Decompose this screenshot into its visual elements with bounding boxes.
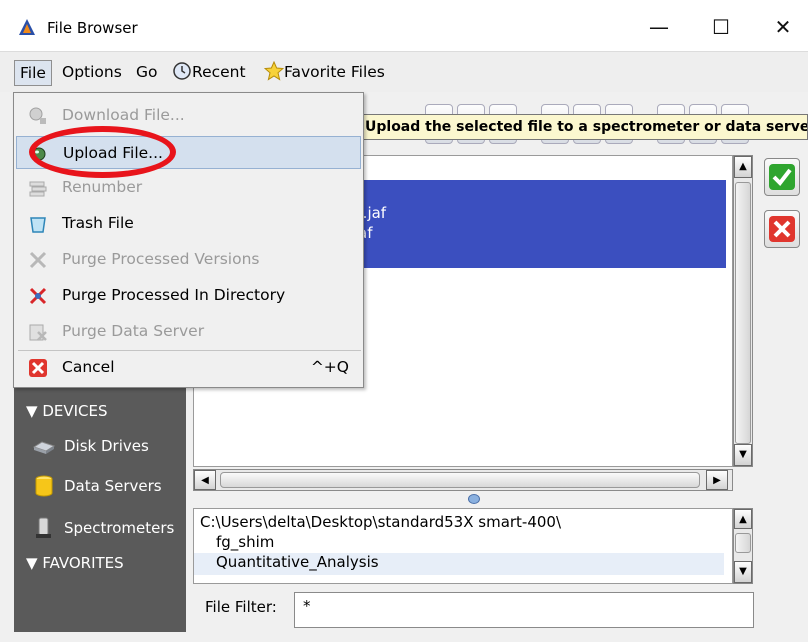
scroll-down-button[interactable]: ▼	[734, 561, 752, 583]
menu-item-renumber[interactable]: Renumber	[16, 171, 361, 204]
path-line-folder-selected: Quantitative_Analysis	[216, 553, 379, 571]
x-icon	[769, 216, 795, 242]
highlight-ellipse	[29, 126, 176, 178]
path-selected-row[interactable]: Quantitative_Analysis	[194, 553, 724, 575]
file-filter-input[interactable]: *	[294, 592, 754, 628]
purge-icon	[29, 251, 47, 269]
horizontal-scroll-thumb[interactable]	[220, 472, 700, 488]
menu-options[interactable]: Options	[58, 60, 126, 86]
file-list-vertical-scrollbar[interactable]: ▲ ▼	[733, 155, 753, 467]
close-button[interactable]: ✕	[768, 14, 798, 40]
path-line-folder[interactable]: fg_shim	[216, 533, 274, 551]
purge-server-label: Purge Data Server	[62, 322, 205, 340]
tooltip: Upload the selected file to a spectromet…	[359, 114, 808, 140]
path-list[interactable]: C:\Users\delta\Desktop\standard53X smart…	[193, 508, 733, 584]
cancel-button[interactable]	[764, 210, 800, 248]
menu-item-purge-processed-versions[interactable]: Purge Processed Versions	[16, 243, 361, 276]
download-label: Download File...	[62, 106, 185, 124]
maximize-button[interactable]: ☐	[706, 14, 736, 40]
disk-drives-label: Disk Drives	[64, 437, 149, 455]
scroll-right-button[interactable]: ▶	[706, 470, 728, 490]
splitter-handle[interactable]	[468, 494, 480, 504]
menu-go[interactable]: Go	[132, 60, 162, 86]
scroll-down-button[interactable]: ▼	[734, 444, 752, 466]
renumber-icon	[29, 181, 47, 197]
file-filter-label: File Filter:	[205, 598, 277, 616]
menu-recent-label: Recent	[192, 63, 246, 81]
database-icon	[35, 475, 53, 497]
purge-versions-label: Purge Processed Versions	[62, 250, 260, 268]
sidebar-devices-header[interactable]: ▼ DEVICES	[26, 402, 108, 420]
cancel-shortcut: ^+Q	[310, 358, 349, 376]
file-list-horizontal-scrollbar[interactable]: ◀ ▶	[193, 469, 733, 491]
clock-icon	[173, 62, 191, 80]
app-logo-icon	[19, 19, 35, 35]
scroll-left-button[interactable]: ◀	[194, 470, 216, 490]
renumber-label: Renumber	[62, 178, 143, 196]
spectrometers-label: Spectrometers	[64, 519, 175, 537]
window-title: File Browser	[47, 19, 138, 37]
title-bar: File Browser — ☐ ✕	[0, 0, 808, 52]
scroll-up-button[interactable]: ▲	[734, 509, 752, 529]
path-vertical-scrollbar[interactable]: ▲ ▼	[733, 508, 753, 584]
menu-file[interactable]: File	[14, 60, 52, 86]
check-icon	[769, 164, 795, 190]
menu-bar: File Options Go Recent Favorite Files	[0, 52, 808, 92]
disk-drive-icon	[32, 441, 56, 454]
menu-item-download-file[interactable]: Download File...	[16, 99, 361, 132]
cancel-label: Cancel	[62, 358, 115, 376]
menu-item-purge-data-server[interactable]: Purge Data Server	[16, 315, 361, 348]
star-icon	[263, 60, 285, 81]
menu-favorite-files[interactable]: Favorite Files	[260, 60, 389, 86]
purge-icon	[29, 287, 47, 305]
purge-server-icon	[29, 324, 47, 341]
menu-item-trash-file[interactable]: Trash File	[16, 207, 361, 240]
download-icon	[29, 107, 46, 124]
menu-item-cancel[interactable]: Cancel ^+Q	[16, 351, 361, 384]
cancel-icon	[29, 359, 47, 377]
scroll-up-button[interactable]: ▲	[734, 156, 752, 178]
spectrometer-icon	[36, 517, 51, 538]
menu-favorite-label: Favorite Files	[284, 63, 385, 81]
favorites-label: FAVORITES	[42, 554, 124, 572]
trash-icon	[30, 217, 46, 233]
purge-directory-label: Purge Processed In Directory	[62, 286, 286, 304]
path-line-root[interactable]: C:\Users\delta\Desktop\standard53X smart…	[200, 513, 561, 531]
menu-recent[interactable]: Recent	[168, 60, 250, 86]
sidebar-favorites-header[interactable]: ▼ FAVORITES	[26, 554, 124, 572]
scroll-thumb[interactable]	[735, 182, 751, 444]
trash-label: Trash File	[62, 214, 134, 232]
devices-label: DEVICES	[42, 402, 108, 420]
ok-button[interactable]	[764, 158, 800, 196]
data-servers-label: Data Servers	[64, 477, 162, 495]
menu-item-purge-processed-in-directory[interactable]: Purge Processed In Directory	[16, 279, 361, 312]
minimize-button[interactable]: —	[644, 14, 674, 40]
scroll-thumb[interactable]	[735, 533, 751, 553]
